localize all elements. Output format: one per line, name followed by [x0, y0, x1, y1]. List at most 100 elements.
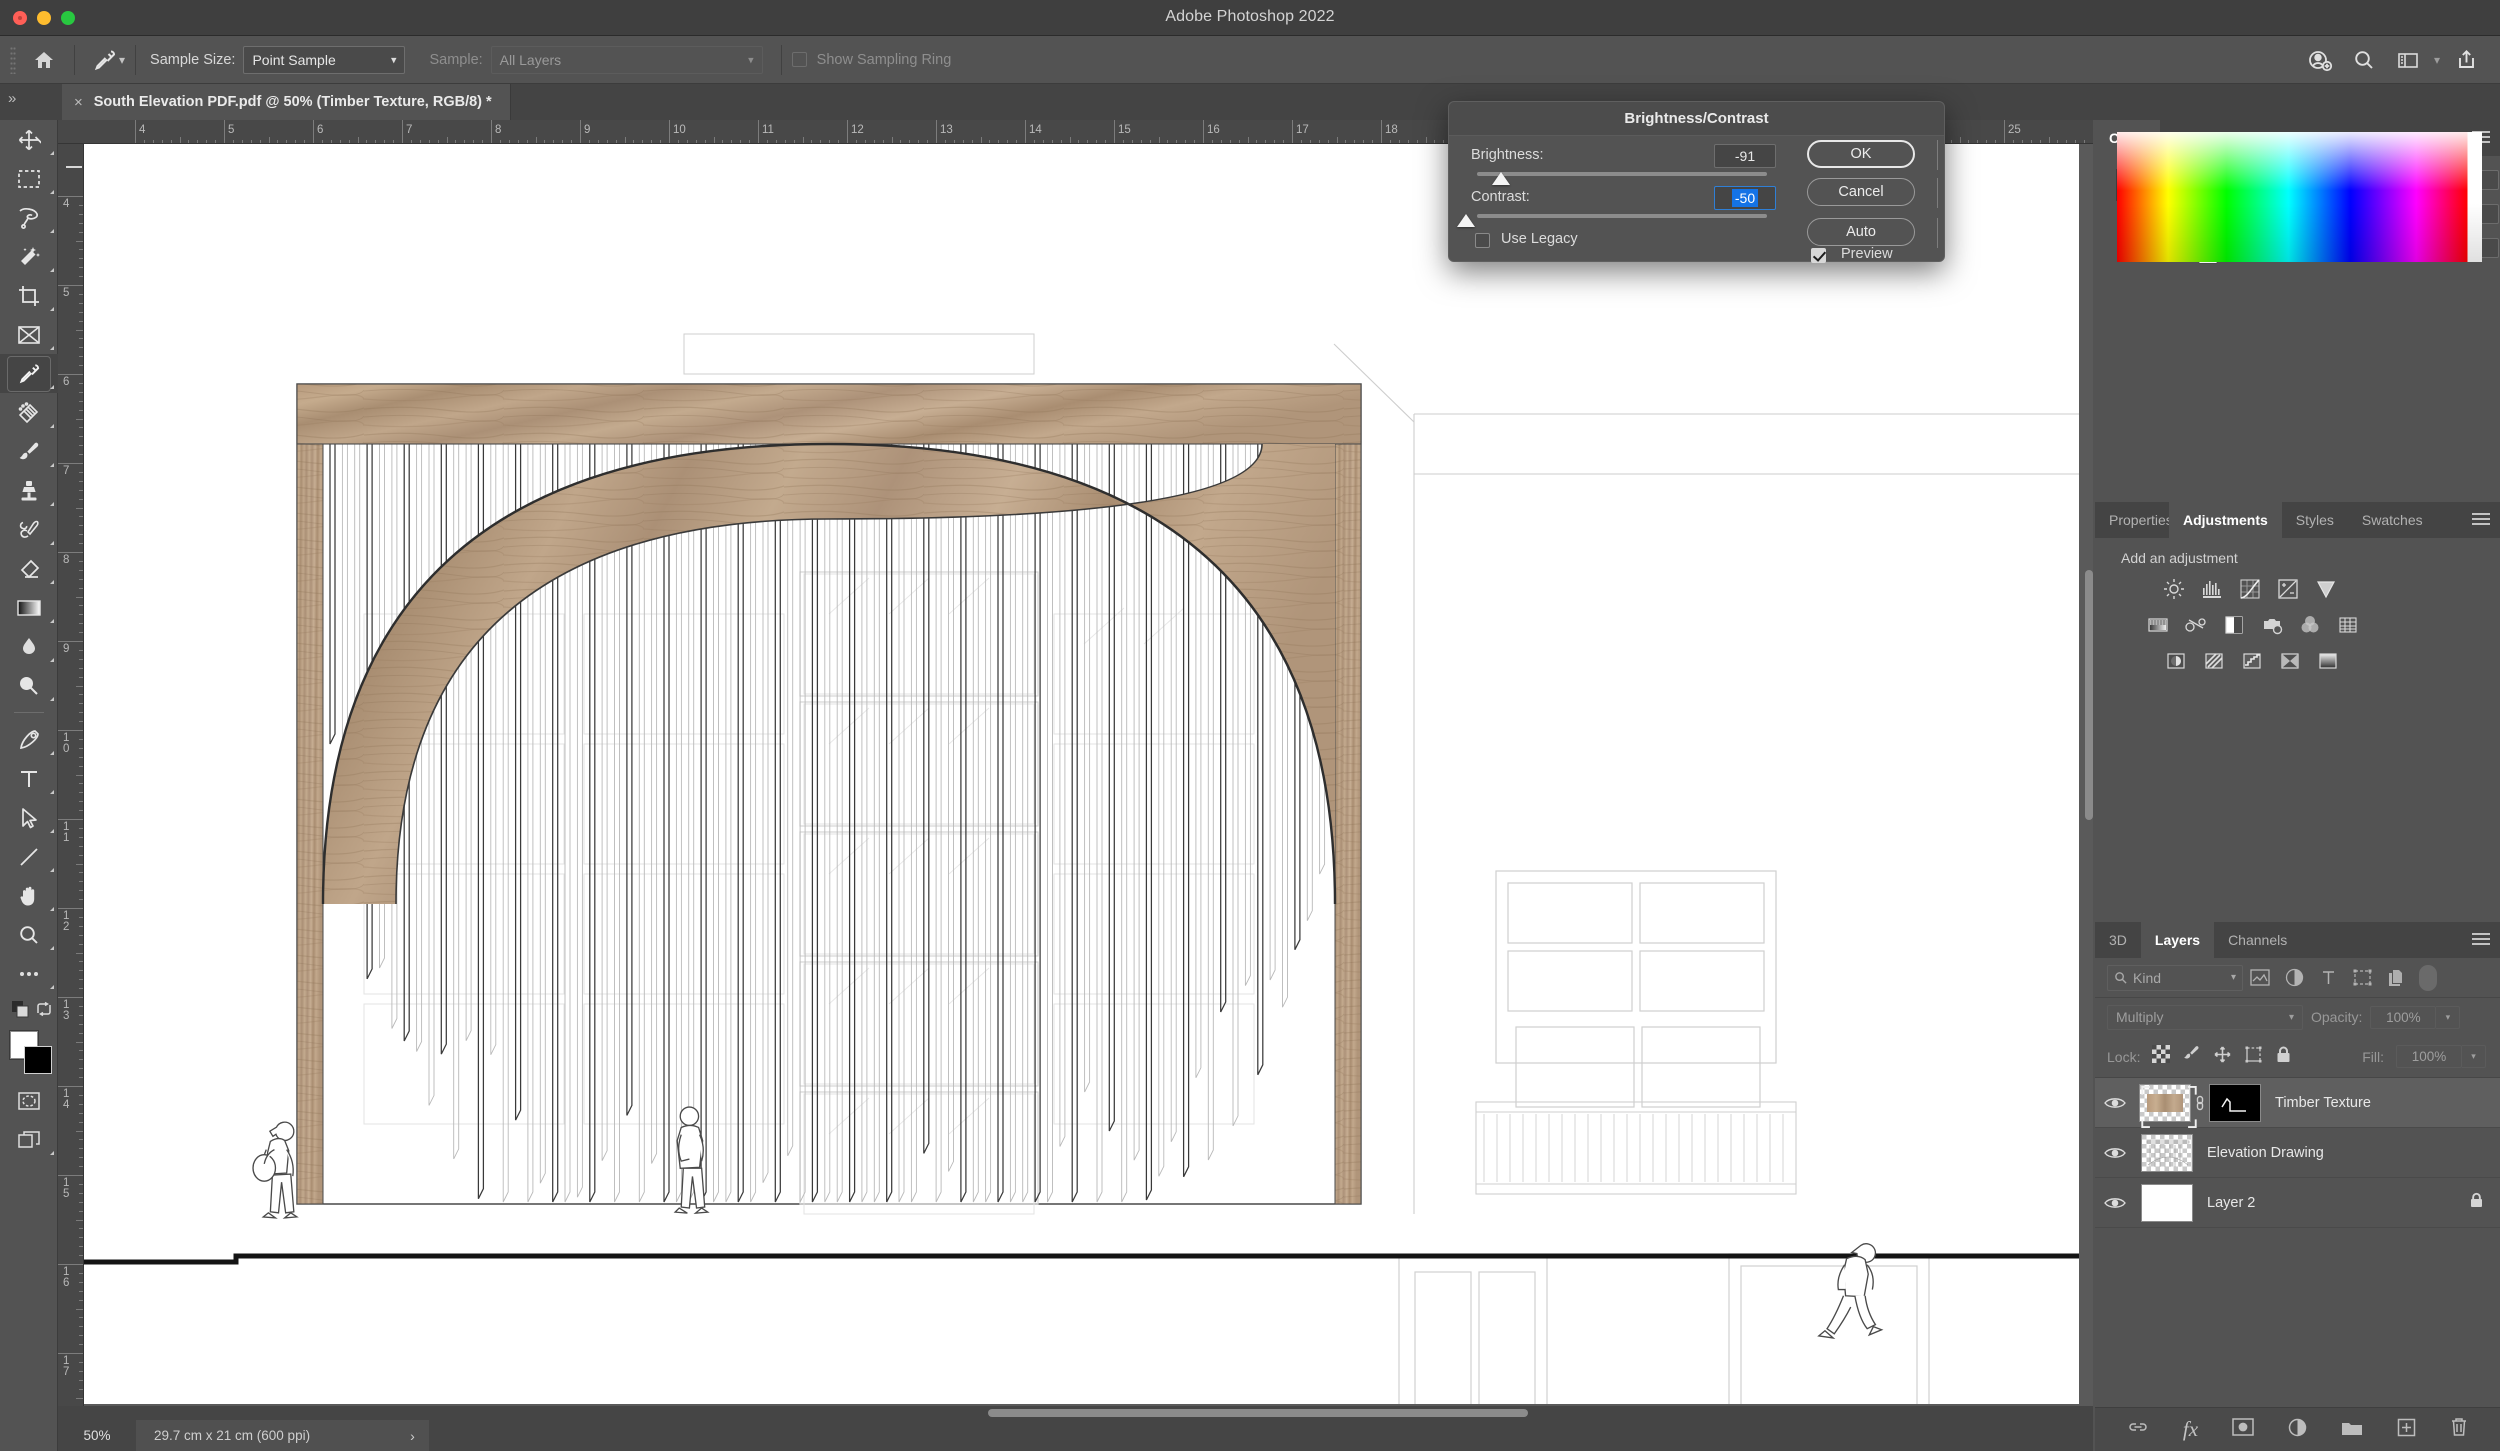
use-legacy-checkbox[interactable] [1475, 233, 1490, 248]
lock-image-icon[interactable] [2182, 1045, 2201, 1069]
posterize-icon[interactable] [2201, 648, 2227, 674]
filter-shape-icon[interactable] [2345, 964, 2379, 992]
gradient-tool[interactable] [0, 588, 58, 627]
canvas-horizontal-scrollbar[interactable] [988, 1409, 1528, 1417]
layer-visibility-toggle[interactable] [2095, 1096, 2135, 1110]
lock-all-icon[interactable] [2275, 1045, 2292, 1069]
options-bar-grip[interactable] [10, 45, 16, 74]
swap-colors-icon[interactable] [36, 1001, 52, 1022]
hand-tool[interactable] [0, 876, 58, 915]
contrast-input[interactable]: -50 [1714, 186, 1776, 210]
layer-row-layer-2[interactable]: Layer 2 [2095, 1178, 2500, 1228]
eyedropper-tool[interactable] [0, 354, 58, 393]
magic-wand-tool[interactable] [0, 237, 58, 276]
fill-stepper[interactable]: ▾ [2462, 1045, 2486, 1068]
home-icon[interactable] [24, 40, 64, 80]
vertical-ruler[interactable]: 4 5 6 7 8 9 10 11 12 13 14 15 16 17 [58, 144, 84, 1406]
brush-tool[interactable] [0, 432, 58, 471]
show-sampling-ring-checkbox[interactable] [791, 52, 807, 67]
auto-button[interactable]: Auto [1807, 218, 1915, 246]
document-info[interactable]: 29.7 cm x 21 cm (600 ppi) › [136, 1420, 429, 1451]
pen-tool[interactable] [0, 720, 58, 759]
panel-menu-icon[interactable] [2472, 933, 2490, 948]
sample-size-select[interactable]: Point Sample ▾ [243, 45, 406, 74]
color-spectrum-ramp[interactable] [2117, 132, 2482, 262]
fill-value[interactable]: 100% [2396, 1045, 2462, 1068]
new-group-icon[interactable] [2341, 1419, 2363, 1441]
layer-row-elevation-drawing[interactable]: Elevation Drawing [2095, 1128, 2500, 1178]
rectangular-marquee-tool[interactable] [0, 159, 58, 198]
filter-image-icon[interactable] [2243, 964, 2277, 992]
filter-smart-object-icon[interactable] [2379, 964, 2413, 992]
layer-row-timber-texture[interactable]: Timber Texture [2095, 1078, 2500, 1128]
chevron-down-icon[interactable]: ▾ [119, 53, 125, 67]
threshold-icon[interactable] [2239, 648, 2265, 674]
canvas-area[interactable] [84, 144, 2093, 1406]
type-tool[interactable] [0, 759, 58, 798]
background-color-swatch[interactable] [24, 1046, 52, 1074]
exposure-icon[interactable] [2275, 576, 2301, 602]
zoom-level[interactable]: 50% [58, 1428, 136, 1443]
opacity-stepper[interactable]: ▾ [2436, 1005, 2461, 1029]
levels-icon[interactable] [2199, 576, 2225, 602]
tab-channels[interactable]: Channels [2214, 922, 2301, 958]
add-user-icon[interactable] [2300, 40, 2340, 80]
brightness-slider-thumb[interactable] [1492, 172, 1510, 185]
curves-icon[interactable] [2237, 576, 2263, 602]
brightness-contrast-dialog[interactable]: Brightness/Contrast Brightness: -91 Cont… [1448, 101, 1945, 263]
ok-button[interactable]: OK [1807, 140, 1915, 168]
delete-layer-icon[interactable] [2450, 1417, 2468, 1442]
tab-swatches[interactable]: Swatches [2348, 502, 2424, 538]
new-layer-icon[interactable] [2397, 1418, 2416, 1442]
tab-3d[interactable]: 3D [2095, 922, 2141, 958]
tab-adjustments[interactable]: Adjustments [2169, 502, 2282, 538]
layer-visibility-toggle[interactable] [2095, 1146, 2135, 1160]
tab-styles[interactable]: Styles [2282, 502, 2348, 538]
move-tool[interactable] [0, 120, 58, 159]
new-adjustment-layer-icon[interactable] [2288, 1418, 2307, 1442]
color-balance-icon[interactable] [2183, 612, 2209, 638]
filter-enable-toggle[interactable] [2419, 964, 2437, 991]
layer-visibility-toggle[interactable] [2095, 1196, 2135, 1210]
default-colors-icon[interactable] [12, 1001, 31, 1025]
crop-tool[interactable] [0, 276, 58, 315]
quick-mask-icon[interactable] [0, 1081, 58, 1120]
link-layers-icon[interactable] [2127, 1420, 2149, 1439]
filter-type-icon[interactable] [2311, 964, 2345, 992]
black-white-icon[interactable] [2221, 612, 2247, 638]
expand-panels-icon[interactable]: » [8, 90, 16, 107]
zoom-tool[interactable] [0, 915, 58, 954]
brightness-input[interactable]: -91 [1714, 144, 1776, 168]
selective-color-icon[interactable] [2315, 648, 2341, 674]
lock-transparency-icon[interactable] [2152, 1045, 2171, 1068]
path-selection-tool[interactable] [0, 798, 58, 837]
close-document-icon[interactable]: × [74, 94, 83, 111]
channel-mixer-icon[interactable] [2297, 612, 2323, 638]
contrast-slider-thumb[interactable] [1457, 214, 1475, 227]
panel-menu-icon[interactable] [2472, 513, 2490, 528]
add-mask-icon[interactable] [2232, 1418, 2254, 1441]
chevron-down-icon[interactable]: ▾ [2434, 53, 2440, 67]
spot-healing-brush-tool[interactable] [0, 393, 58, 432]
lock-artboard-icon[interactable] [2244, 1045, 2263, 1069]
invert-icon[interactable] [2163, 648, 2189, 674]
lasso-tool[interactable] [0, 198, 58, 237]
layer-link-icon[interactable] [2191, 1093, 2209, 1113]
layer-thumbnail[interactable] [2141, 1183, 2193, 1222]
brightness-contrast-icon[interactable] [2161, 576, 2187, 602]
layer-thumbnail[interactable] [2141, 1133, 2193, 1172]
photo-filter-icon[interactable] [2259, 612, 2285, 638]
filter-kind-select[interactable]: Kind ▾ [2107, 964, 2243, 991]
document-canvas[interactable] [84, 144, 2079, 1406]
workspace-icon[interactable] [2388, 40, 2428, 80]
layer-mask-thumbnail[interactable] [2209, 1083, 2261, 1122]
gradient-map-icon[interactable] [2277, 648, 2303, 674]
layer-name[interactable]: Elevation Drawing [2207, 1145, 2324, 1161]
layer-name[interactable]: Layer 2 [2207, 1195, 2255, 1211]
search-icon[interactable] [2344, 40, 2384, 80]
cancel-button[interactable]: Cancel [1807, 178, 1915, 206]
blur-tool[interactable] [0, 627, 58, 666]
layer-name[interactable]: Timber Texture [2275, 1095, 2371, 1111]
screen-mode-icon[interactable] [0, 1120, 58, 1159]
vibrance-icon[interactable] [2313, 576, 2339, 602]
